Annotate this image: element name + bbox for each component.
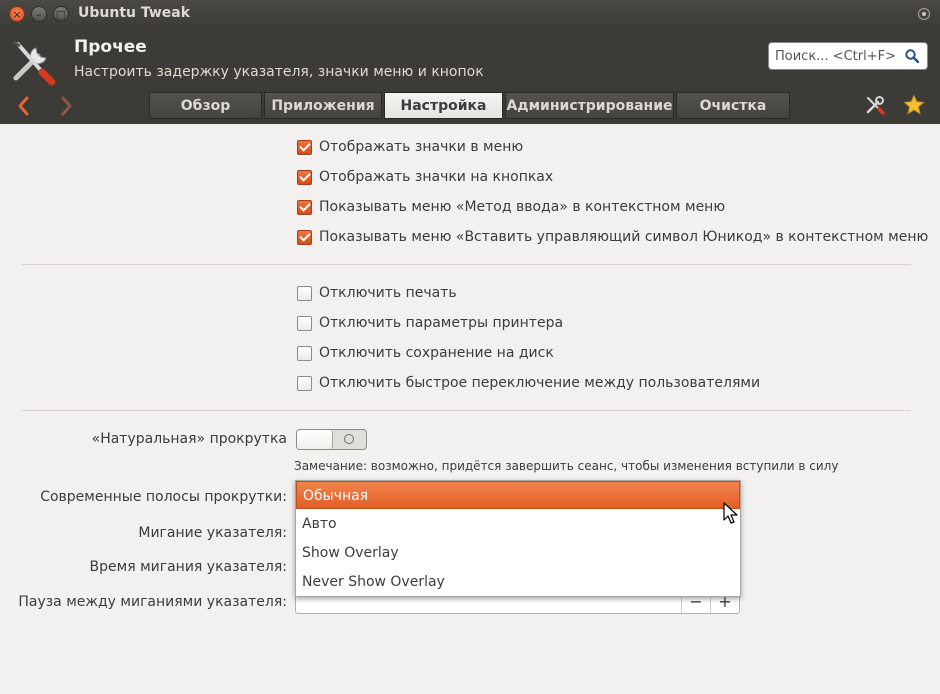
- checkbox-unicode-menu[interactable]: Показывать меню «Вставить управляющий си…: [297, 227, 928, 247]
- page-title: Прочее: [74, 37, 147, 57]
- checkbox-disable-printing[interactable]: Отключить печать: [297, 283, 457, 303]
- checkbox-checked-icon[interactable]: [297, 229, 312, 245]
- checkbox-label: Показывать меню «Вставить управляющий си…: [319, 229, 929, 245]
- minimize-window-button[interactable]: –: [31, 6, 47, 22]
- maximize-window-button[interactable]: □: [53, 6, 69, 22]
- checkbox-label: Отображать значки на кнопках: [319, 169, 554, 185]
- checkbox-label: Отключить быстрое переключение между пол…: [319, 375, 761, 391]
- checkbox-label: Показывать меню «Метод ввода» в контекст…: [319, 199, 726, 215]
- checkbox-disable-user-switching[interactable]: Отключить быстрое переключение между пол…: [297, 373, 760, 393]
- favorites-star-icon[interactable]: [903, 94, 925, 116]
- tab-overview[interactable]: Обзор: [149, 92, 262, 119]
- checkbox-input-method-menu[interactable]: Показывать меню «Метод ввода» в контекст…: [297, 197, 725, 217]
- checkbox-unchecked-icon[interactable]: [297, 375, 312, 391]
- checkbox-label: Отключить печать: [319, 285, 457, 301]
- checkbox-disable-save-to-disk[interactable]: Отключить сохранение на диск: [297, 343, 554, 363]
- tab-applications[interactable]: Приложения: [264, 92, 382, 119]
- tab-admins[interactable]: Администрирование: [505, 92, 674, 119]
- cursor-blink-pause-label: Пауза между миганиями указателя:: [18, 594, 287, 610]
- settings-content: Отображать значки в меню Отображать знач…: [0, 124, 940, 694]
- back-arrow-icon[interactable]: [14, 94, 34, 118]
- checkbox-checked-icon[interactable]: [297, 199, 312, 215]
- window-menu-icon[interactable]: [918, 8, 930, 20]
- forward-arrow-icon[interactable]: [56, 94, 76, 118]
- switch-off-indicator-icon: [344, 434, 354, 444]
- natural-scroll-label: «Натуральная» прокрутка: [91, 431, 287, 447]
- dropdown-option-normal[interactable]: Обычная: [296, 481, 740, 509]
- dropdown-option-show-overlay[interactable]: Show Overlay: [296, 539, 740, 567]
- switch-knob[interactable]: [297, 430, 333, 449]
- natural-scroll-switch[interactable]: [296, 429, 367, 450]
- tweak-tools-icon: [13, 40, 56, 86]
- search-box[interactable]: [768, 42, 928, 70]
- scrollbars-dropdown-menu: Обычная Авто Show Overlay Never Show Ove…: [295, 480, 741, 597]
- checkbox-label: Отключить параметры принтера: [319, 315, 564, 331]
- cursor-blink-label: Мигание указателя:: [138, 525, 287, 541]
- section-divider: [22, 410, 911, 411]
- page-subtitle: Настроить задержку указателя, значки мен…: [74, 64, 484, 80]
- section-tabs: Обзор Приложения Настройка Администриров…: [149, 92, 792, 119]
- checkbox-label: Отключить сохранение на диск: [319, 345, 554, 361]
- checkbox-show-menu-icons[interactable]: Отображать значки в меню: [297, 137, 523, 157]
- checkbox-unchecked-icon[interactable]: [297, 285, 312, 301]
- cursor-blink-time-label: Время мигания указателя:: [89, 559, 287, 575]
- checkbox-show-button-icons[interactable]: Отображать значки на кнопках: [297, 167, 553, 187]
- search-icon[interactable]: [905, 49, 919, 63]
- checkbox-unchecked-icon[interactable]: [297, 345, 312, 361]
- window-title: Ubuntu Tweak: [78, 5, 191, 21]
- section-divider: [22, 264, 911, 265]
- checkbox-checked-icon[interactable]: [297, 169, 312, 185]
- checkbox-disable-print-setup[interactable]: Отключить параметры принтера: [297, 313, 563, 333]
- header: Прочее Настроить задержку указателя, зна…: [0, 28, 940, 124]
- close-window-button[interactable]: ×: [9, 6, 25, 22]
- checkbox-unchecked-icon[interactable]: [297, 315, 312, 331]
- checkbox-label: Отображать значки в меню: [319, 139, 524, 155]
- tab-janitor[interactable]: Очистка: [676, 92, 790, 119]
- logout-note: Замечание: возможно, придётся завершить …: [294, 459, 839, 473]
- dropdown-option-auto[interactable]: Авто: [296, 510, 740, 538]
- scrollbars-label: Современные полосы прокрутки:: [40, 489, 287, 505]
- dropdown-option-never-show-overlay[interactable]: Never Show Overlay: [296, 568, 740, 596]
- tab-tweaks[interactable]: Настройка: [384, 92, 503, 119]
- search-input[interactable]: [775, 47, 895, 65]
- title-bar: × – □ Ubuntu Tweak: [0, 0, 940, 28]
- checkbox-checked-icon[interactable]: [297, 139, 312, 155]
- mouse-pointer-icon: [723, 502, 738, 524]
- tools-icon[interactable]: [864, 94, 886, 116]
